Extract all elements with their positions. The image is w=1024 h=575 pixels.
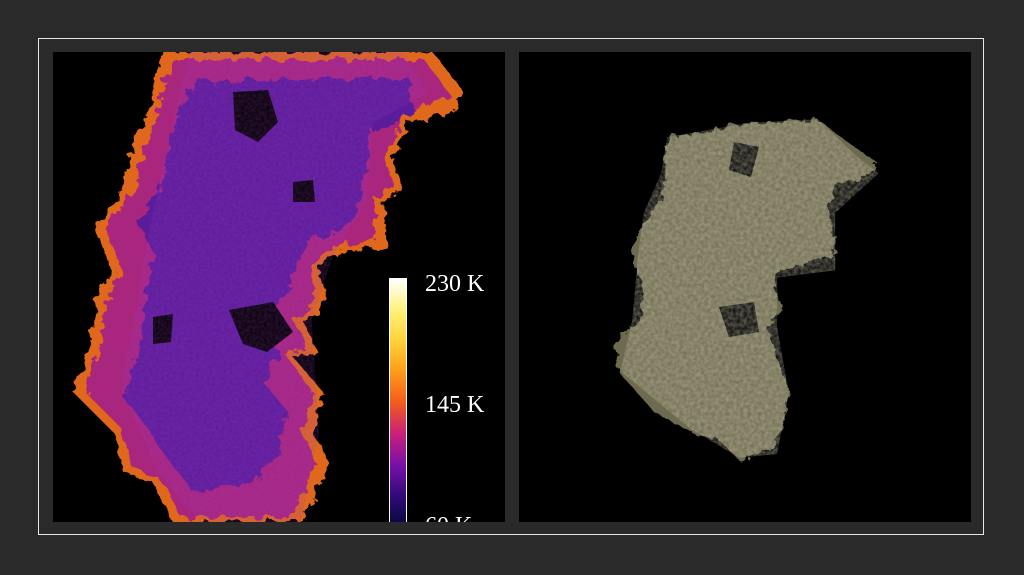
- visible-fractal-image: [519, 52, 971, 522]
- temperature-colorbar: [389, 278, 407, 522]
- colorbar-max-label: 230 K: [425, 271, 485, 297]
- grey-shape-texture: [609, 112, 899, 472]
- thermal-image-panel: 230 K 145 K 60 K: [53, 52, 505, 522]
- colorbar-mid-label: 145 K: [425, 392, 485, 418]
- visible-image-panel: [519, 52, 971, 522]
- colorbar-min-label: 60 K: [425, 514, 472, 522]
